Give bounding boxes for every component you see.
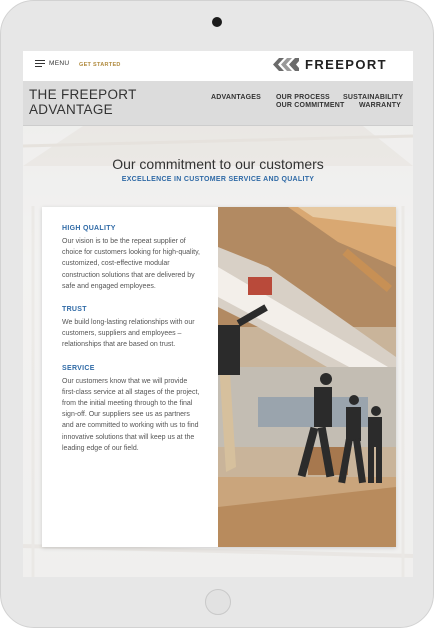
commitment-card: HIGH QUALITY Our vision is to be the rep… bbox=[42, 207, 396, 547]
workers-photo bbox=[218, 207, 396, 547]
body-trust: We build long-lasting relationships with… bbox=[62, 319, 195, 349]
main-content: Our commitment to our customers EXCELLEN… bbox=[23, 126, 413, 577]
tablet-frame: MENU GET STARTED FREEPORT THE FREEPORT A… bbox=[0, 0, 434, 628]
body-service: Our customers know that we will provide … bbox=[62, 377, 200, 452]
freeport-logo-icon bbox=[273, 58, 299, 71]
heading-trust: TRUST bbox=[62, 306, 87, 314]
hamburger-icon bbox=[35, 60, 45, 67]
top-bar: MENU GET STARTED FREEPORT bbox=[23, 51, 413, 82]
page-title: THE FREEPORT ADVANTAGE bbox=[29, 87, 137, 117]
heading-service: SERVICE bbox=[62, 364, 95, 372]
section-title: Our commitment to our customers bbox=[112, 156, 324, 172]
menu-button[interactable]: MENU bbox=[35, 60, 69, 67]
home-button[interactable] bbox=[205, 589, 231, 615]
get-started-link[interactable]: GET STARTED bbox=[79, 62, 121, 68]
logo-text: FREEPORT bbox=[305, 57, 387, 72]
sub-navigation: THE FREEPORT ADVANTAGE ADVANTAGES OUR PR… bbox=[23, 81, 413, 126]
logo[interactable]: FREEPORT bbox=[273, 57, 387, 72]
section-subtitle: EXCELLENCE IN CUSTOMER SERVICE AND QUALI… bbox=[121, 176, 315, 183]
nav-our-process[interactable]: OUR PROCESS bbox=[276, 94, 330, 102]
camera-icon bbox=[212, 17, 222, 27]
nav-advantages[interactable]: ADVANTAGES bbox=[211, 94, 261, 102]
heading-high-quality: HIGH QUALITY bbox=[62, 225, 116, 232]
card-text: HIGH QUALITY Our vision is to be the rep… bbox=[62, 225, 202, 468]
menu-label: MENU bbox=[49, 60, 70, 67]
nav-warranty[interactable]: WARRANTY bbox=[359, 102, 401, 110]
body-high-quality: Our vision is to be the repeat supplier … bbox=[62, 238, 200, 290]
nav-our-commitment[interactable]: OUR COMMITMENT bbox=[276, 102, 345, 110]
nav-sustainability[interactable]: SUSTAINABILITY bbox=[343, 94, 403, 102]
screen: MENU GET STARTED FREEPORT THE FREEPORT A… bbox=[23, 51, 413, 577]
